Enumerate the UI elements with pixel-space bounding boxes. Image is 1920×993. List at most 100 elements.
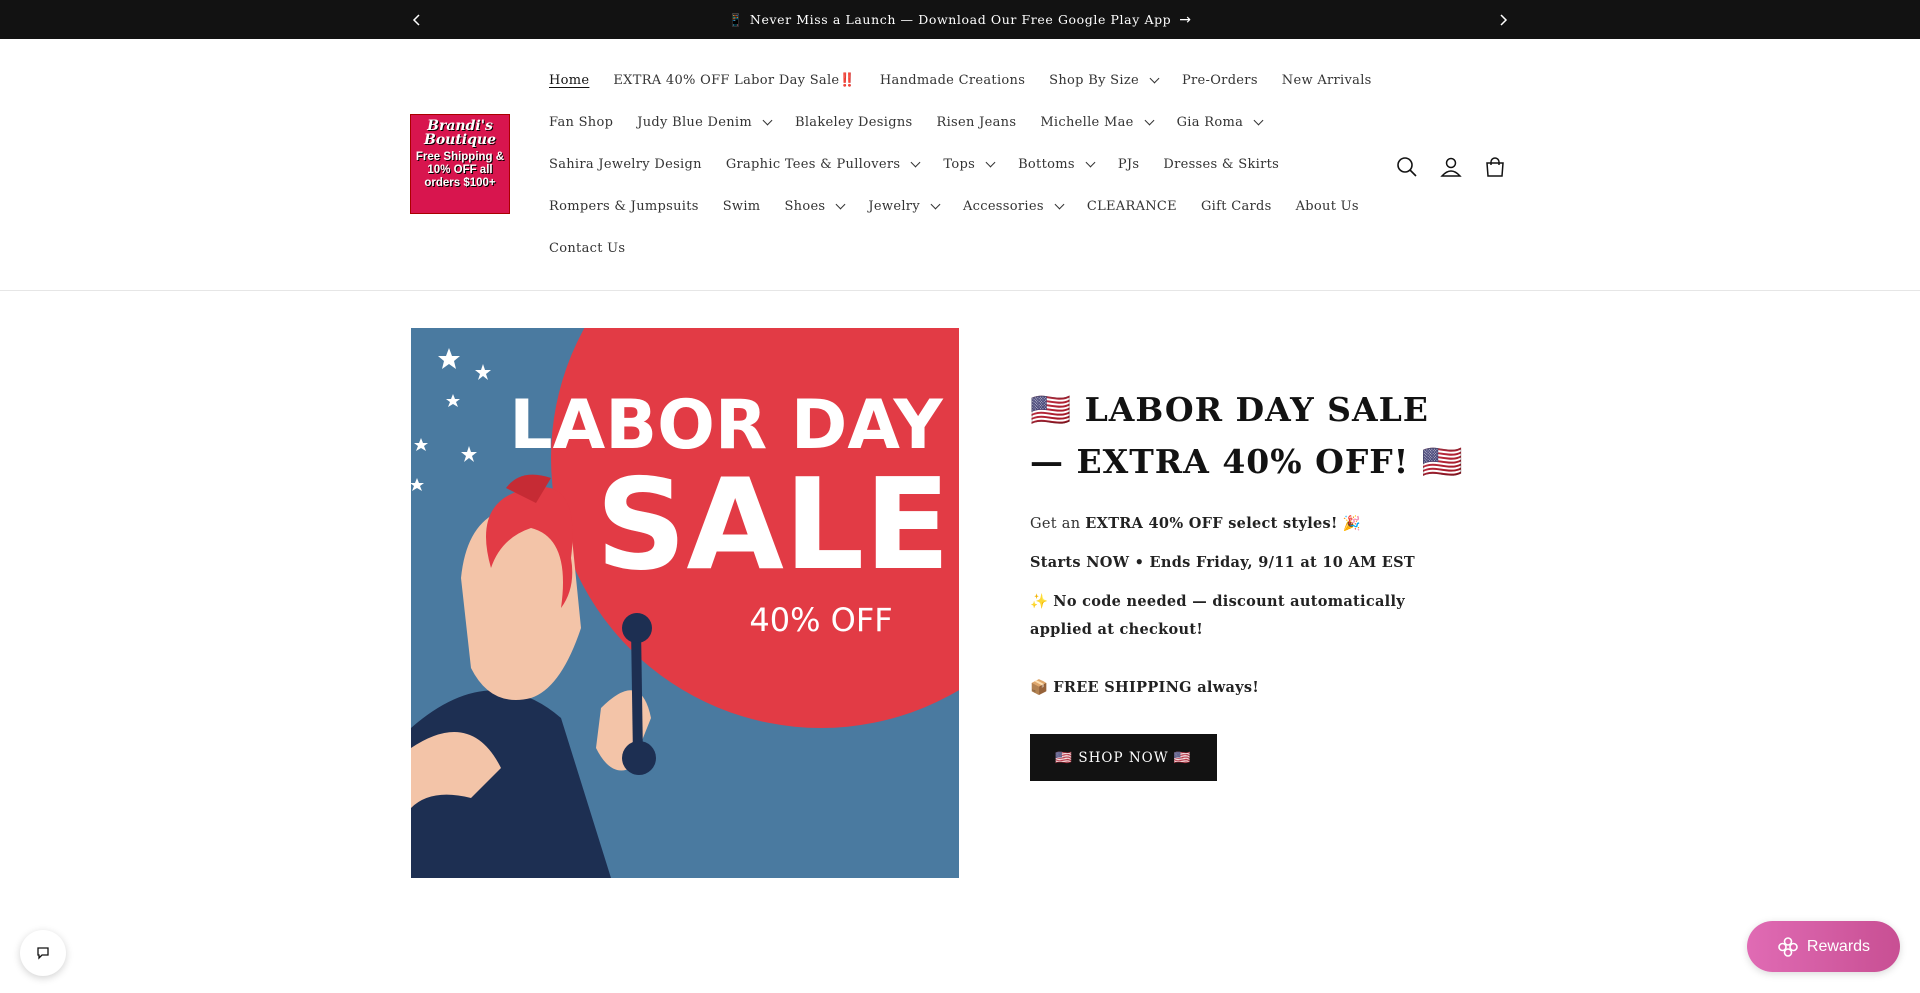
chevron-down-icon [1054,199,1065,209]
hero-paragraph-1: Get an EXTRA 40% OFF select styles! 🎉 [1030,510,1470,538]
hero-p2-bold: Starts NOW • Ends Friday, 9/11 at 10 AM … [1030,554,1415,571]
announcement-text: Never Miss a Launch — Download Our Free … [749,12,1172,27]
chat-icon [37,947,49,960]
chevron-down-icon [910,157,921,167]
nav-item-label: Michelle Mae [1040,114,1134,130]
shop-now-button[interactable]: 🇺🇸 SHOP NOW 🇺🇸 [1030,734,1217,781]
nav-item-label: Graphic Tees & Pullovers [725,156,901,172]
hero-content: 🇺🇸 LABOR DAY SALE — EXTRA 40% OFF! 🇺🇸 Ge… [1030,384,1470,702]
nav-row-2: Fan Shop Judy Blue Denim Blakeley Designs R… [537,101,1274,143]
hero-paragraph-4: 📦 FREE SHIPPING always! [1030,674,1470,702]
nav-item-label: Pre-Orders [1181,72,1258,88]
nav-item-label: Risen Jeans [936,114,1017,130]
announcement-message[interactable]: 📱 Never Miss a Launch — Download Our Fre… [0,0,1920,39]
header-icons [1385,145,1517,189]
nav-item-label: Handmade Creations [879,72,1026,88]
nav-item[interactable]: Tops [931,157,1006,172]
hero-paragraph-2: Starts NOW • Ends Friday, 9/11 at 10 AM … [1030,549,1470,577]
nav-item[interactable]: CLEARANCE [1075,199,1189,214]
nav-item-label: About Us [1295,198,1359,214]
chat-widget-button[interactable] [20,930,66,976]
nav-item[interactable]: Dresses & Skirts [1151,157,1291,172]
nav-item[interactable]: Contact Us [537,241,637,256]
labor-day-illustration: LABOR DAY SALE 40% OFF [411,328,959,878]
chevron-down-icon [1144,115,1155,125]
nav-item-label: Dresses & Skirts [1163,156,1280,172]
site-header: Brandi's Boutique Free Shipping & 10% OF… [0,39,1920,291]
hero-image: LABOR DAY SALE 40% OFF [411,328,959,878]
nav-row-4: Rompers & Jumpsuits Swim Shoes Jewelry Acces… [537,185,1371,227]
account-icon [1440,157,1462,177]
rewards-button[interactable]: Rewards [1747,921,1900,972]
nav-item[interactable]: EXTRA 40% OFF Labor Day Sale‼️ [601,73,868,88]
nav-item[interactable]: New Arrivals [1270,73,1384,88]
nav-item[interactable]: PJs [1106,157,1152,172]
nav-item[interactable]: Bottoms [1006,157,1106,172]
nav-item[interactable]: Graphic Tees & Pullovers [714,157,932,172]
announcement-bar: 📱 Never Miss a Launch — Download Our Fre… [0,0,1920,39]
flower-icon [1778,936,1798,957]
phone-icon: 📱 [728,12,744,27]
nav-item-label: Gia Roma [1176,114,1244,130]
chevron-down-icon [835,199,846,209]
hero-p1-bold: EXTRA 40% OFF select styles! [1085,515,1338,532]
nav-item-label: CLEARANCE [1086,198,1177,214]
search-button[interactable] [1385,145,1429,189]
announcement-next-button[interactable] [1488,0,1518,39]
rewards-label: Rewards [1806,937,1871,955]
package-icon: 📦 [1030,680,1054,696]
nav-item-label: Bottoms [1018,156,1075,172]
chevron-down-icon [1085,157,1096,167]
nav-item-label: Contact Us [549,240,626,256]
nav-item-label: Home [549,72,590,88]
nav-item[interactable]: Blakeley Designs [783,115,924,130]
nav-item-label: Rompers & Jumpsuits [549,198,699,214]
chevron-down-icon [1253,115,1264,125]
nav-item[interactable]: Jewelry [856,199,951,214]
nav-item-label: Fan Shop [549,114,614,130]
nav-item-label: Jewelry [868,198,920,214]
nav-item-label: Tops [943,156,976,172]
nav-row-1: Home EXTRA 40% OFF Labor Day Sale‼️ Handma… [537,59,1384,101]
chevron-down-icon [930,199,941,209]
nav-item-label: EXTRA 40% OFF Labor Day Sale‼️ [613,72,856,88]
nav-item[interactable]: Michelle Mae [1028,115,1164,130]
nav-item-label: Accessories [962,198,1044,214]
nav-item[interactable]: Fan Shop [537,115,625,130]
logo-brand-text: Brandi's Boutique [423,118,496,148]
nav-item[interactable]: Gift Cards [1189,199,1284,214]
image-text-line3: 40% OFF [749,601,892,639]
nav-item[interactable]: Swim [711,199,773,214]
hero-title: 🇺🇸 LABOR DAY SALE — EXTRA 40% OFF! 🇺🇸 [1030,390,1464,481]
nav-item-label: Shoes [784,198,826,214]
nav-item-label: Judy Blue Denim [637,114,752,130]
nav-row-5: Contact Us [537,227,637,269]
nav-item[interactable]: Home [537,73,601,88]
nav-item[interactable]: Handmade Creations [868,73,1037,88]
account-button[interactable] [1429,145,1473,189]
nav-item-label: New Arrivals [1281,72,1372,88]
hero-p1-suffix: 🎉 [1337,516,1361,532]
hero-paragraph-3: ✨ No code needed — discount automaticall… [1030,588,1470,644]
hero-p4-bold: FREE SHIPPING always! [1053,679,1260,696]
cart-icon [1486,157,1504,177]
sparkles-icon: ✨ [1030,594,1054,610]
nav-item[interactable]: Risen Jeans [924,115,1028,130]
chevron-down-icon [762,115,773,125]
cart-button[interactable] [1473,145,1517,189]
nav-item[interactable]: About Us [1284,199,1371,214]
chevron-right-icon [1500,13,1508,26]
nav-item-label: Blakeley Designs [795,114,913,130]
store-logo[interactable]: Brandi's Boutique Free Shipping & 10% OF… [410,114,510,214]
nav-item[interactable]: Gia Roma [1165,115,1275,130]
nav-item[interactable]: Judy Blue Denim [625,115,783,130]
nav-item[interactable]: Sahira Jewelry Design [537,157,714,172]
search-icon [1397,157,1417,177]
nav-item-label: Shop By Size [1049,72,1139,88]
nav-item[interactable]: Accessories [951,199,1075,214]
image-text-line2: SALE [596,451,951,598]
nav-item[interactable]: Rompers & Jumpsuits [537,199,711,214]
nav-item[interactable]: Shoes [772,199,856,214]
nav-item[interactable]: Pre-Orders [1170,73,1270,88]
nav-item[interactable]: Shop By Size [1037,73,1170,88]
